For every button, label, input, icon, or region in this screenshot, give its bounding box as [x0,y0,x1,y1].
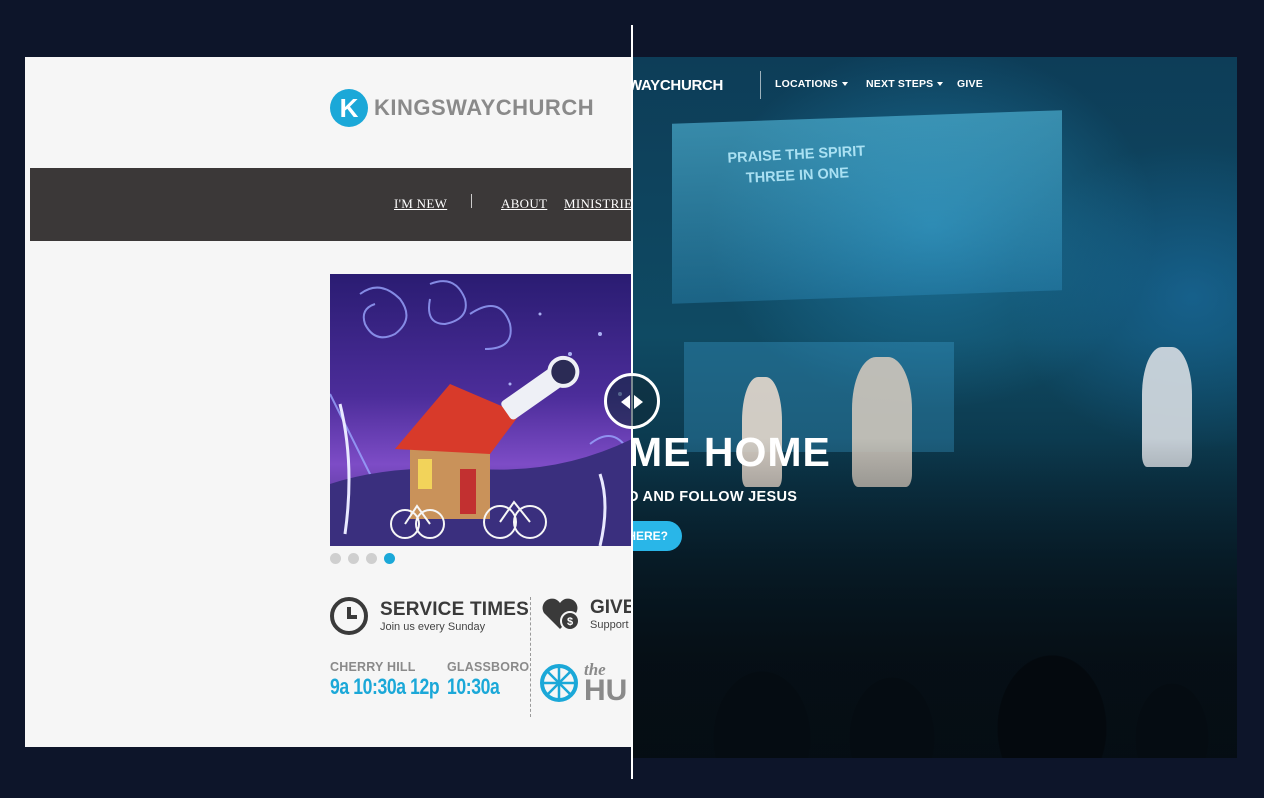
old-logo-text: KINGSWAYCHURCH [374,95,595,120]
location-cherry-hill: CHERRY HILL [330,660,416,674]
heart-dollar-icon: $ [540,597,580,631]
service-times-block: SERVICE TIMES Join us every Sunday [330,597,529,635]
nav-separator [471,194,472,208]
k-logo-icon: K [330,89,368,127]
the-hub-logo[interactable]: the HU [540,661,628,708]
new-logo-text[interactable]: WAYCHURCH [632,77,723,94]
times-cherry-hill: 9a 10:30a 12p [330,674,440,699]
new-website-pane: PRAISE THE SPIRIT THREE IN ONE WAYCHURCH… [632,57,1237,758]
service-times-subtitle: Join us every Sunday [380,621,486,633]
caret-down-icon [937,82,944,87]
caret-down-icon [841,82,848,87]
nav-separator [760,71,761,99]
give-subtitle: Support [590,619,629,631]
slider-dot[interactable] [348,553,359,564]
dashed-divider [530,597,531,717]
nav-locations[interactable]: LOCATIONS [775,78,848,90]
wheel-icon [540,664,578,703]
nav-give[interactable]: GIVE [957,78,983,90]
old-nav-bar: I'M NEW ABOUT MINISTRIES [30,168,632,241]
times-glassboro: 10:30a [447,674,500,699]
slider-dot-active[interactable] [384,553,395,564]
slider-dot[interactable] [330,553,341,564]
nav-next-steps[interactable]: NEXT STEPS [866,78,944,90]
give-block[interactable]: $ GIVE Support [540,597,632,631]
hero-subline: D AND FOLLOW JESUS [632,489,798,505]
slider-dots [330,553,395,564]
clock-icon [330,597,368,635]
old-website-pane: K KINGSWAYCHURCH I'M NEW ABOUT MINISTRIE… [25,57,632,747]
nav-about[interactable]: ABOUT [501,196,547,212]
hero-headline: ME HOME [632,429,831,475]
arrow-left-icon [621,395,630,409]
slider-dot[interactable] [366,553,377,564]
old-logo[interactable]: K KINGSWAYCHURCH [330,89,594,127]
hero-slider-image[interactable] [330,274,632,546]
screen-lyrics: PRAISE THE SPIRIT THREE IN ONE [727,141,867,190]
location-glassboro: GLASSBORO [447,660,530,674]
hub-word-text: HU [584,674,628,708]
left-right-arrows-icon[interactable] [604,373,660,429]
new-nav-bar: WAYCHURCH LOCATIONS NEXT STEPS GIVE [632,71,1237,107]
cartoon-illustration [330,280,632,546]
give-title: GIVE [590,597,632,618]
nav-ministries[interactable]: MINISTRIES [564,196,632,212]
nav-next-steps-label: NEXT STEPS [866,78,934,90]
crowd-silhouettes [632,438,1237,758]
stage-screen [672,110,1062,304]
service-times-title: SERVICE TIMES [380,599,530,620]
nav-locations-label: LOCATIONS [775,78,838,90]
nav-im-new[interactable]: I'M NEW [394,196,447,212]
hero-cta-button[interactable]: HERE? [632,521,682,551]
svg-text:$: $ [567,616,573,628]
arrow-right-icon [634,395,643,409]
